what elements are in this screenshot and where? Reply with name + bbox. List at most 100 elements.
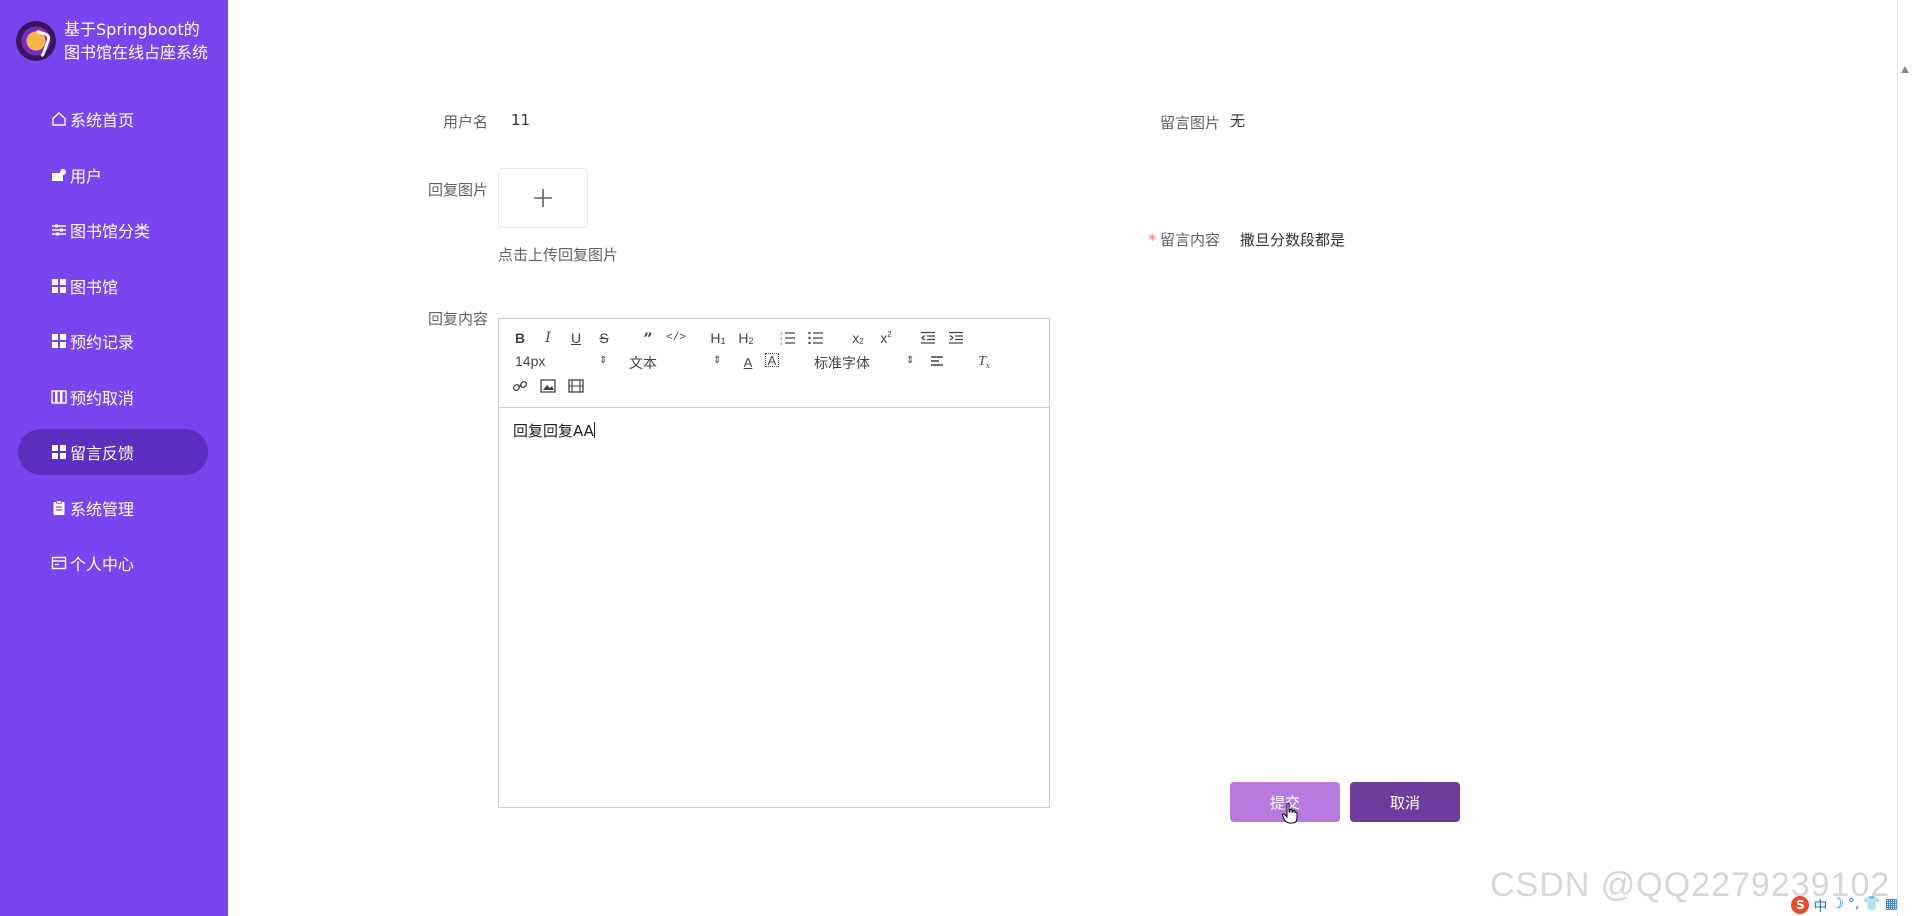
- svg-text:3: 3: [780, 341, 783, 345]
- sidebar: 基于Springboot的图书馆在线占座系统 系统首页 用户 图书馆分类 图书馆: [0, 0, 228, 916]
- scroll-up-arrow-icon[interactable]: [1901, 66, 1909, 73]
- message-content-value: 撒旦分数段都是: [1240, 231, 1346, 249]
- bullet-list-button[interactable]: [807, 329, 825, 347]
- indent-icon: [949, 331, 963, 344]
- message-image-label: 留言图片: [1159, 114, 1220, 132]
- align-left-icon: [931, 356, 943, 366]
- sidebar-item-library-category[interactable]: 图书馆分类: [18, 207, 208, 253]
- strikethrough-button[interactable]: S: [595, 329, 613, 347]
- message-content-label: 留言内容: [1159, 231, 1220, 249]
- sidebar-item-users[interactable]: 用户: [18, 152, 208, 198]
- font-color-button[interactable]: A: [739, 353, 757, 371]
- message-image-value: 无: [1230, 112, 1246, 130]
- cancel-button[interactable]: 取消: [1350, 782, 1460, 822]
- app-logo: [16, 21, 56, 61]
- align-button[interactable]: [929, 353, 947, 371]
- editor-content: 回复回复AA: [513, 422, 594, 440]
- ordered-list-button[interactable]: 123: [779, 329, 797, 347]
- reply-image-upload[interactable]: [498, 168, 588, 228]
- sidebar-item-label: 图书馆分类: [70, 222, 151, 241]
- select-arrows-icon: ⇕: [599, 355, 608, 366]
- plus-icon: [534, 189, 552, 207]
- hand-cursor-icon: [1282, 802, 1298, 824]
- upload-hint: 点击上传回复图片: [498, 246, 619, 264]
- superscript-button[interactable]: x2: [877, 329, 895, 347]
- editor-toolbar: B I U S ” </> H1 H2 123 x2 x2 14px ⇕ 文本 …: [499, 319, 1049, 408]
- link-button[interactable]: [511, 377, 529, 395]
- page-scrollbar[interactable]: [1897, 0, 1912, 916]
- subscript-button[interactable]: x2: [849, 329, 867, 347]
- moon-icon[interactable]: ☽: [1831, 896, 1844, 916]
- editor-content-area[interactable]: 回复回复AA: [499, 408, 1049, 453]
- ime-tray: S 中 ☽ °, 👕 ▦: [1791, 896, 1898, 916]
- sidebar-item-feedback[interactable]: 留言反馈: [18, 429, 208, 475]
- ordered-list-icon: 123: [780, 331, 795, 345]
- italic-button[interactable]: I: [539, 329, 557, 347]
- text-caret: [593, 422, 595, 438]
- clear-format-button[interactable]: Tx: [975, 353, 993, 371]
- sidebar-item-label: 个人中心: [70, 555, 135, 574]
- sidebar-item-label: 预约记录: [70, 333, 135, 352]
- grid-icon[interactable]: ▦: [1885, 896, 1898, 916]
- chart-icon: [50, 388, 68, 406]
- sidebar-item-cancellations[interactable]: 预约取消: [18, 374, 208, 420]
- app-title: 基于Springboot的图书馆在线占座系统: [64, 20, 209, 62]
- username-value: 11: [511, 111, 531, 129]
- grid-icon: [50, 443, 68, 461]
- sidebar-item-label: 用户: [70, 166, 103, 186]
- font-family-value: 标准字体: [814, 355, 870, 371]
- heading-2-button[interactable]: H2: [737, 329, 755, 347]
- punctuation-icon[interactable]: °,: [1848, 896, 1859, 916]
- sidebar-menu: 系统首页 用户 图书馆分类 图书馆 预约记录 预约取消 留言反馈 系统管理 个人…: [18, 96, 208, 596]
- sidebar-item-label: 系统管理: [70, 499, 135, 519]
- reply-image-label: 回复图片: [427, 181, 488, 199]
- username-label: 用户名: [442, 113, 488, 131]
- brand: 基于Springboot的图书馆在线占座系统: [16, 18, 212, 64]
- sidebar-item-system-management[interactable]: 系统管理: [18, 485, 208, 531]
- link-icon: [512, 380, 528, 392]
- home-icon: [50, 110, 68, 128]
- heading-1-button[interactable]: H1: [709, 329, 727, 347]
- font-size-select[interactable]: 14px ⇕: [515, 353, 607, 369]
- sidebar-item-label: 预约取消: [70, 388, 135, 408]
- bold-button[interactable]: B: [511, 329, 529, 347]
- video-button[interactable]: [567, 377, 585, 395]
- select-arrows-icon: ⇕: [713, 355, 722, 366]
- outdent-button[interactable]: [919, 329, 937, 347]
- bullet-list-icon: [808, 331, 823, 345]
- underline-button[interactable]: U: [567, 329, 585, 347]
- sidebar-item-label: 系统首页: [70, 111, 135, 130]
- ime-mode-label[interactable]: 中: [1813, 896, 1827, 916]
- blockquote-button[interactable]: ”: [639, 329, 657, 348]
- font-size-value: 14px: [515, 353, 546, 369]
- code-block-button[interactable]: </>: [666, 329, 686, 347]
- indent-button[interactable]: [947, 329, 965, 347]
- sidebar-item-reservations[interactable]: 预约记录: [18, 318, 208, 364]
- background-color-button[interactable]: A: [765, 353, 779, 368]
- reply-content-editor: B I U S ” </> H1 H2 123 x2 x2 14px ⇕ 文本 …: [498, 318, 1050, 808]
- grid-icon: [50, 332, 68, 350]
- shirt-icon[interactable]: 👕: [1863, 896, 1880, 916]
- sidebar-item-profile[interactable]: 个人中心: [18, 540, 208, 586]
- sogou-ime-icon[interactable]: S: [1791, 896, 1810, 914]
- card-icon: [50, 554, 68, 572]
- user-icon: [50, 166, 68, 184]
- clipboard-icon: [50, 499, 68, 517]
- sidebar-item-home[interactable]: 系统首页: [18, 96, 208, 142]
- required-asterisk: *: [1148, 231, 1156, 249]
- sidebar-item-library[interactable]: 图书馆: [18, 263, 208, 309]
- header-select[interactable]: 文本 ⇕: [629, 353, 721, 373]
- reply-content-label: 回复内容: [427, 310, 488, 328]
- message-content-label-wrap: * 留言内容: [1120, 229, 1220, 250]
- sliders-icon: [50, 221, 68, 239]
- sidebar-item-label: 留言反馈: [70, 444, 135, 463]
- image-icon: [540, 379, 556, 393]
- outdent-icon: [920, 331, 935, 344]
- select-arrows-icon: ⇕: [906, 355, 915, 366]
- sidebar-item-label: 图书馆: [70, 277, 119, 297]
- video-icon: [568, 379, 584, 393]
- header-select-value: 文本: [629, 355, 657, 371]
- font-family-select[interactable]: 标准字体 ⇕: [814, 353, 914, 373]
- grid-icon: [50, 277, 68, 295]
- image-button[interactable]: [539, 377, 557, 395]
